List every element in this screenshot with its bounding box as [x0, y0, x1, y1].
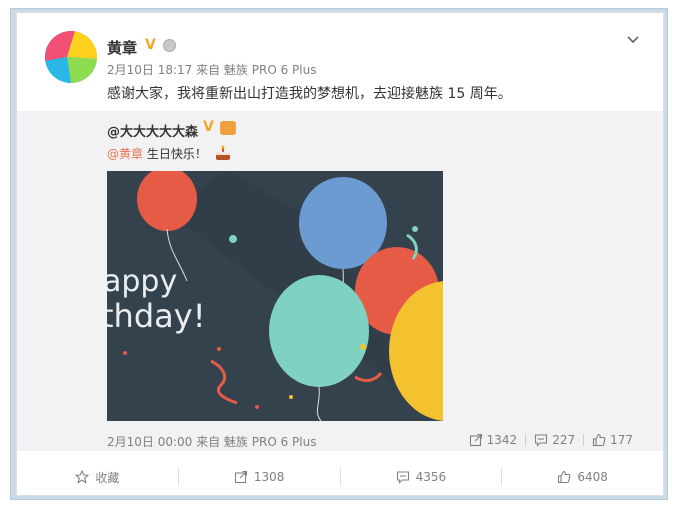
verified-v-icon: V — [203, 119, 214, 135]
emoji-icon — [220, 121, 236, 135]
comment-label: 4356 — [415, 470, 447, 484]
repost-forward-count[interactable]: 1342 — [461, 433, 526, 447]
like-button[interactable]: 6408 — [502, 470, 663, 484]
share-icon — [234, 470, 247, 484]
image-text-line1: appy — [107, 264, 177, 299]
mention-link[interactable]: @黄章 — [107, 147, 143, 161]
comment-button[interactable]: 4356 — [341, 470, 502, 484]
like-label: 6408 — [577, 470, 608, 484]
author-avatar[interactable] — [45, 31, 97, 83]
forward-label: 1308 — [253, 470, 285, 484]
repost-comment-count[interactable]: 227 — [526, 433, 583, 447]
comment-icon — [396, 471, 409, 484]
author-name[interactable]: 黄章 — [107, 37, 137, 58]
chevron-down-icon[interactable] — [625, 31, 641, 47]
verified-v-icon: V — [145, 37, 156, 53]
member-crown-icon — [163, 39, 176, 52]
post-text: 感谢大家，我将重新出山打造我的梦想机，去迎接魅族 15 周年。 — [107, 86, 512, 102]
repost-box: @大大大大大森 V @黄章 生日快乐！ appy thday! 2月10日 00… — [17, 111, 663, 451]
weibo-post-card: 黄章 V 2月10日 18:17 来自 魅族 PRO 6 Plus 感谢大家，我… — [16, 12, 664, 496]
repost-meta: 2月10日 00:00 来自 魅族 PRO 6 Plus — [107, 435, 317, 449]
post-meta: 2月10日 18:17 来自 魅族 PRO 6 Plus — [107, 63, 317, 77]
cake-icon — [215, 145, 230, 160]
repost-text: @黄章 生日快乐！ — [107, 145, 232, 162]
forward-button[interactable]: 1308 — [179, 470, 340, 484]
thumbs-up-icon — [593, 433, 606, 447]
thumbs-up-icon — [558, 470, 571, 484]
comment-count: 227 — [552, 433, 576, 447]
comment-icon — [535, 434, 548, 447]
forward-count: 1342 — [486, 433, 518, 447]
repost-like-count[interactable]: 177 — [584, 433, 641, 447]
star-icon — [75, 470, 90, 484]
action-bar: 收藏 1308 4356 6408 — [17, 459, 663, 495]
birthday-balloons-image[interactable]: appy thday! — [107, 171, 443, 421]
repost-stats: 1342 227 177 — [461, 433, 641, 447]
favorite-button[interactable]: 收藏 — [17, 469, 178, 486]
like-count: 177 — [610, 433, 633, 447]
share-icon — [469, 433, 482, 447]
repost-message: 生日快乐！ — [143, 147, 207, 161]
favorite-label: 收藏 — [95, 470, 120, 485]
repost-author-name[interactable]: @大大大大大森 — [107, 121, 198, 140]
image-text-line2: thday! — [107, 297, 206, 335]
